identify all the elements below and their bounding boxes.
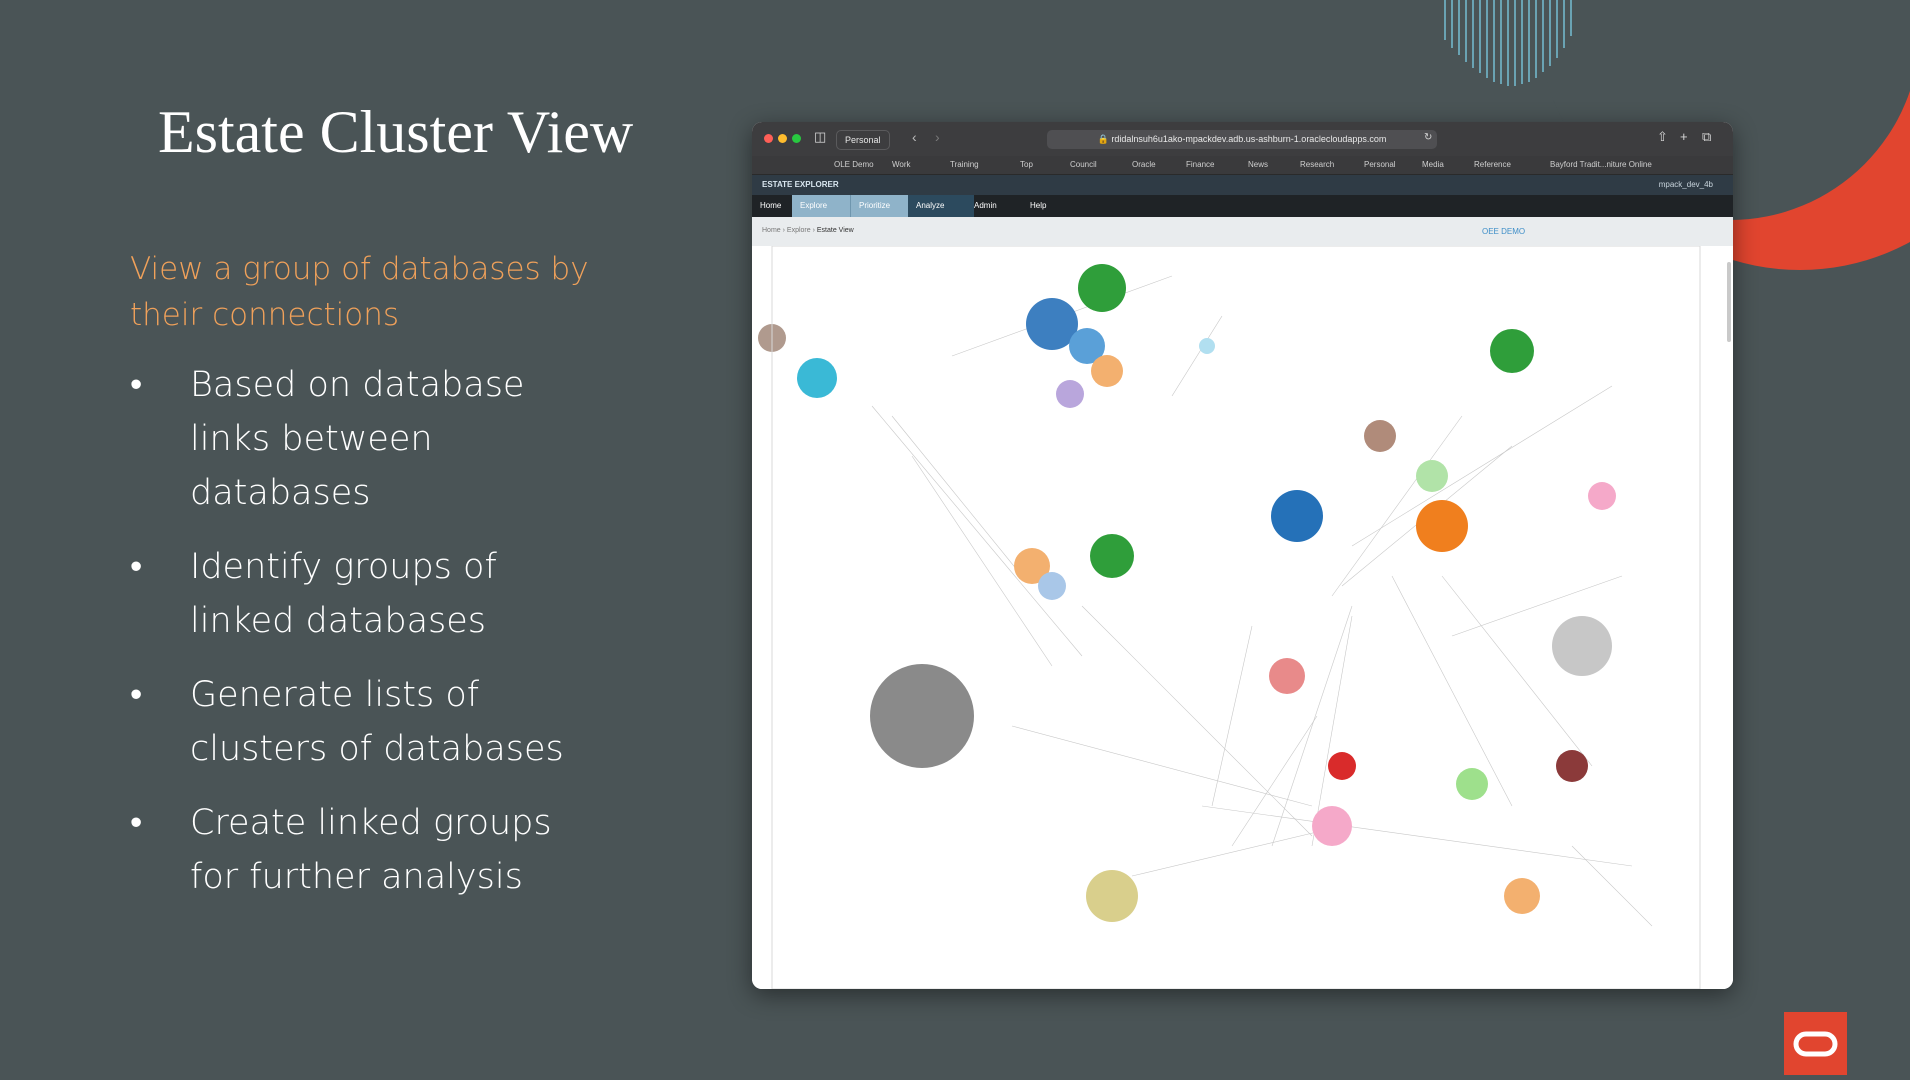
breadcrumb-home[interactable]: Home (762, 227, 781, 234)
minimize-window-button[interactable] (778, 134, 787, 143)
back-icon[interactable]: ‹ (912, 129, 917, 145)
bookmark-item[interactable]: Council (1070, 160, 1097, 169)
bookmark-item[interactable]: Media (1422, 160, 1444, 169)
browser-titlebar: ◫ Personal ‹ › 🔒 rdidalnsuh6u1ako-mpackd… (752, 122, 1733, 156)
oracle-logo (1784, 1012, 1847, 1075)
tabs-icon[interactable]: ⧉ (1702, 129, 1711, 145)
bullet-text: Create linked groups for further analysi… (190, 803, 552, 897)
address-bar[interactable]: 🔒 rdidalnsuh6u1ako-mpackdev.adb.us-ashbu… (1047, 130, 1437, 149)
cluster-pink-2[interactable] (1312, 806, 1352, 846)
app-name: ESTATE EXPLORER (762, 180, 839, 189)
reload-icon[interactable]: ↻ (1424, 132, 1432, 143)
bullet-text: Based on database links between database… (190, 365, 525, 513)
cluster-green-3[interactable] (1490, 329, 1534, 373)
bookmark-item[interactable]: Work (892, 160, 911, 169)
cluster-red[interactable] (1328, 752, 1356, 780)
user-menu[interactable]: mpack_dev_4b (1659, 180, 1713, 189)
cluster-lavender[interactable] (1056, 380, 1084, 408)
cluster-paleblue[interactable] (1038, 572, 1066, 600)
cluster-orange-small[interactable] (1091, 355, 1123, 387)
cluster-mint[interactable] (1416, 460, 1448, 492)
bookmark-item[interactable]: Training (950, 160, 979, 169)
cluster-gray-large[interactable] (870, 664, 974, 768)
bookmark-item[interactable]: Oracle (1132, 160, 1156, 169)
cluster-tiny[interactable] (1199, 338, 1215, 354)
cluster-pink-3[interactable] (1588, 482, 1616, 510)
cluster-graph-canvas[interactable] (752, 246, 1733, 989)
menu-prioritize[interactable]: Prioritize (850, 195, 917, 217)
cluster-orange[interactable] (1416, 500, 1468, 552)
main-menu-bar: Home Explore Prioritize Analyze Admin He… (752, 195, 1733, 217)
menu-help[interactable]: Help (1022, 195, 1074, 217)
cluster-maroon[interactable] (1556, 750, 1588, 782)
cluster-gray-2[interactable] (1552, 616, 1612, 676)
menu-admin[interactable]: Admin (966, 195, 1030, 217)
cluster-tan[interactable] (1364, 420, 1396, 452)
cluster-cyan[interactable] (797, 358, 837, 398)
link-lines (871, 275, 1653, 927)
url-text: rdidalnsuh6u1ako-mpackdev.adb.us-ashburn… (1111, 134, 1387, 144)
breadcrumb-current: Estate View (816, 227, 854, 234)
cluster-lightgreen[interactable] (1456, 768, 1488, 800)
cluster-khaki[interactable] (1086, 870, 1138, 922)
canvas-frame (771, 246, 1701, 989)
bullet-dot: • (130, 365, 143, 405)
bookmark-item[interactable]: OLE Demo (834, 160, 874, 169)
cluster-green[interactable] (1078, 264, 1126, 312)
bookmarks-bar: OLE Demo Work Training Top Council Oracl… (752, 156, 1733, 175)
share-icon[interactable]: ⇧ (1657, 129, 1668, 145)
scrollbar[interactable] (1727, 262, 1731, 342)
slide-title: Estate Cluster View (158, 99, 634, 165)
breadcrumb-explore[interactable]: Explore (787, 227, 811, 234)
breadcrumb: Home › Explore › Estate View (762, 227, 854, 234)
menu-analyze[interactable]: Analyze (908, 195, 974, 217)
demo-label: OEE DEMO (1482, 227, 1526, 236)
bullet-text: Generate lists of clusters of databases (190, 675, 564, 769)
profile-button[interactable]: Personal (836, 130, 890, 150)
cluster-blue-2[interactable] (1271, 490, 1323, 542)
bullet-dot: • (130, 675, 143, 715)
bookmark-item[interactable]: Bayford Tradit...niture Online (1550, 160, 1652, 169)
new-tab-icon[interactable]: + (1680, 129, 1688, 144)
cluster-nodes (758, 264, 1616, 922)
bullet-item: • Identify groups of linked databases (130, 540, 590, 648)
zoom-window-button[interactable] (792, 134, 801, 143)
bookmark-item[interactable]: Reference (1474, 160, 1511, 169)
cluster-peach-2[interactable] (1504, 878, 1540, 914)
bullet-item: • Generate lists of clusters of databases (130, 668, 590, 776)
slide-subtitle: View a group of databases by their conne… (130, 251, 589, 333)
bullet-text: Identify groups of linked databases (190, 547, 497, 641)
bullet-item: • Create linked groups for further analys… (130, 796, 590, 904)
menu-explore[interactable]: Explore (792, 195, 858, 217)
cluster-green-2[interactable] (1090, 534, 1134, 578)
forward-icon[interactable]: › (935, 129, 940, 145)
bookmark-item[interactable]: Research (1300, 160, 1334, 169)
app-header: ESTATE EXPLORER mpack_dev_4b (752, 175, 1733, 195)
bullet-list: • Based on database links between databas… (130, 358, 590, 924)
close-window-button[interactable] (764, 134, 773, 143)
bookmark-item[interactable]: Finance (1186, 160, 1214, 169)
bullet-dot: • (130, 803, 143, 843)
bullet-dot: • (130, 547, 143, 587)
sidebar-icon[interactable]: ◫ (814, 129, 826, 145)
cluster-pink[interactable] (1269, 658, 1305, 694)
bookmark-item[interactable]: Personal (1364, 160, 1396, 169)
browser-window: ◫ Personal ‹ › 🔒 rdidalnsuh6u1ako-mpackd… (752, 122, 1733, 989)
bullet-item: • Based on database links between databas… (130, 358, 590, 520)
bookmark-item[interactable]: Top (1020, 160, 1033, 169)
breadcrumb-bar: Home › Explore › Estate View OEE DEMO (752, 217, 1733, 248)
lock-icon: 🔒 (1097, 134, 1112, 144)
bookmark-item[interactable]: News (1248, 160, 1268, 169)
oracle-o-icon (1793, 1031, 1838, 1057)
